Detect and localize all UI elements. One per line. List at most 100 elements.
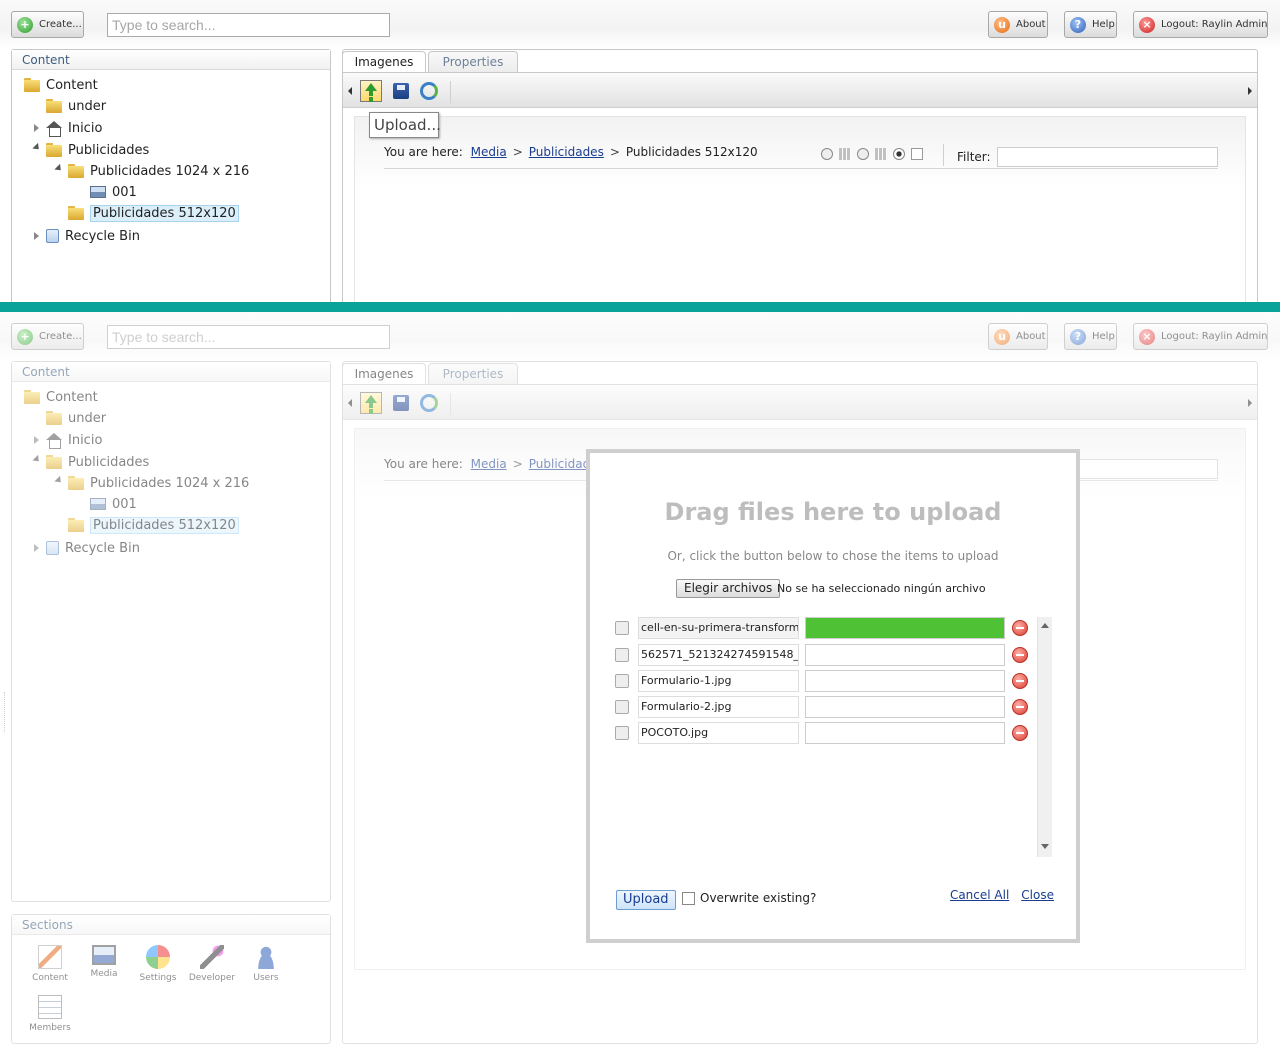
scroll-up-icon[interactable] [1041, 623, 1049, 628]
breadcrumb: You are here: Media > Publicidades > Publici… [384, 145, 758, 159]
screenshot-separator [0, 302, 1280, 312]
editor-toolbar [343, 72, 1257, 108]
upload-icon[interactable] [360, 80, 382, 102]
filter-label: Filter: [957, 150, 991, 164]
save-icon[interactable] [393, 83, 409, 99]
folder-icon [68, 164, 84, 178]
expand-arrow-icon[interactable] [34, 124, 39, 132]
upload-button[interactable]: Upload [616, 890, 676, 910]
remove-file-icon[interactable] [1012, 620, 1028, 636]
create-button[interactable]: + Create... [11, 11, 84, 38]
no-file-selected-text: No se ha seleccionado ningún archivo [777, 582, 986, 595]
remove-file-icon[interactable] [1012, 725, 1028, 741]
expand-arrow-icon[interactable] [34, 232, 39, 240]
tree-node-label: Content [46, 77, 98, 93]
tree-node-publicidades[interactable]: Publicidades [46, 140, 149, 160]
breadcrumb-publicidades[interactable]: Publicidades [529, 145, 604, 159]
filter-input[interactable] [997, 147, 1218, 167]
breadcrumb-divider [384, 168, 1218, 169]
help-icon: ? [1070, 16, 1086, 33]
screenshot-top: + Create... u About ? Help × Logout: Ray… [0, 0, 1280, 302]
upload-tooltip: Upload... [369, 112, 441, 138]
folder-icon [24, 78, 40, 92]
remove-file-icon[interactable] [1012, 647, 1028, 663]
file-icon [615, 726, 629, 740]
collapse-arrow-icon[interactable] [54, 163, 64, 174]
grid-small-icon [839, 148, 851, 160]
logout-icon: × [1139, 16, 1155, 33]
drop-zone-title[interactable]: Drag files here to upload [590, 498, 1076, 526]
view-radio-thumbs-medium[interactable] [857, 148, 869, 160]
tree-node-001[interactable]: 001 [90, 182, 137, 202]
logout-button[interactable]: × Logout: Raylin Admin [1133, 11, 1268, 38]
file-progress-bar [805, 696, 1005, 718]
collapse-arrow-icon[interactable] [32, 142, 42, 153]
file-progress-bar [805, 722, 1005, 744]
media-content-area: You are here: Media > Publicidades > Publici… [354, 116, 1246, 302]
overwrite-checkbox[interactable] [682, 891, 695, 905]
help-button[interactable]: ? Help [1064, 11, 1117, 38]
tree-node-label: Publicidades 512x120 [90, 204, 239, 222]
view-radio-thumbs-small[interactable] [821, 148, 833, 160]
about-button[interactable]: u About [988, 11, 1048, 38]
view-radio-list[interactable] [893, 148, 905, 160]
close-link[interactable]: Close [1021, 888, 1054, 902]
file-name: cell-en-su-primera-transformaci [638, 617, 799, 639]
choose-files-button[interactable]: Elegir archivos [676, 579, 781, 598]
breadcrumb-media[interactable]: Media [471, 145, 507, 159]
file-progress-bar [805, 644, 1005, 666]
content-panel-title: Content [12, 50, 330, 70]
file-list-scrollbar[interactable] [1037, 617, 1052, 857]
file-icon [615, 674, 629, 688]
grid-medium-icon [875, 148, 887, 160]
remove-file-icon[interactable] [1012, 699, 1028, 715]
tab-imagenes[interactable]: Imagenes [342, 51, 426, 72]
search-input[interactable] [107, 13, 390, 37]
top-toolbar: + Create... u About ? Help × Logout: Ray… [0, 0, 1280, 48]
folder-icon [46, 99, 62, 113]
umbraco-logo-icon: u [994, 16, 1010, 33]
tab-properties[interactable]: Properties [428, 51, 518, 72]
file-progress-bar [805, 670, 1005, 692]
plus-icon: + [17, 16, 33, 33]
create-label: Create... [39, 19, 82, 30]
file-icon [615, 648, 629, 662]
progress-fill [806, 618, 1004, 638]
file-name: Formulario-2.jpg [638, 696, 799, 718]
folder-icon [46, 143, 62, 157]
list-view-icon [911, 148, 923, 160]
tree-node-label: Publicidades [68, 142, 150, 158]
breadcrumb-current: Publicidades 512x120 [625, 145, 758, 159]
toolbar-divider [450, 81, 451, 103]
view-mode-selector [821, 148, 923, 160]
tree-node-content[interactable]: Content [24, 75, 98, 95]
file-name: Formulario-1.jpg [638, 670, 799, 692]
tree-node-publicidades-1024[interactable]: Publicidades 1024 x 216 [68, 161, 249, 181]
about-label: About [1016, 19, 1046, 30]
tree-node-label: 001 [112, 184, 137, 200]
tree-node-recycle-bin[interactable]: Recycle Bin [46, 226, 140, 246]
dialog-links: Cancel All Close [950, 888, 1054, 902]
drop-zone-subtitle: Or, click the button below to chose the … [667, 549, 999, 563]
remove-file-icon[interactable] [1012, 673, 1028, 689]
tree-node-publicidades-512[interactable]: Publicidades 512x120 [68, 203, 239, 223]
refresh-icon[interactable] [420, 82, 438, 100]
overwrite-option: Overwrite existing? [682, 891, 816, 905]
scroll-down-icon[interactable] [1041, 844, 1049, 849]
tree-node-label: Recycle Bin [65, 228, 140, 244]
scroll-right-icon[interactable] [1248, 87, 1252, 95]
image-icon [90, 186, 106, 198]
tree-node-inicio[interactable]: Inicio [46, 118, 102, 138]
logout-label: Logout: Raylin Admin [1161, 19, 1268, 30]
file-name: 562571_521324274591548_810349 [638, 644, 799, 666]
upload-dialog: Drag files here to upload Or, click the … [586, 449, 1080, 943]
tree-node-label: Publicidades 1024 x 216 [90, 163, 250, 179]
file-progress-bar [805, 617, 1005, 639]
tree-node-under[interactable]: under [46, 96, 106, 116]
overwrite-label: Overwrite existing? [700, 891, 817, 905]
scroll-left-icon[interactable] [348, 87, 352, 95]
tree-node-label: under [68, 98, 107, 114]
file-icon [615, 700, 629, 714]
help-label: Help [1092, 19, 1115, 30]
cancel-all-link[interactable]: Cancel All [950, 888, 1009, 902]
